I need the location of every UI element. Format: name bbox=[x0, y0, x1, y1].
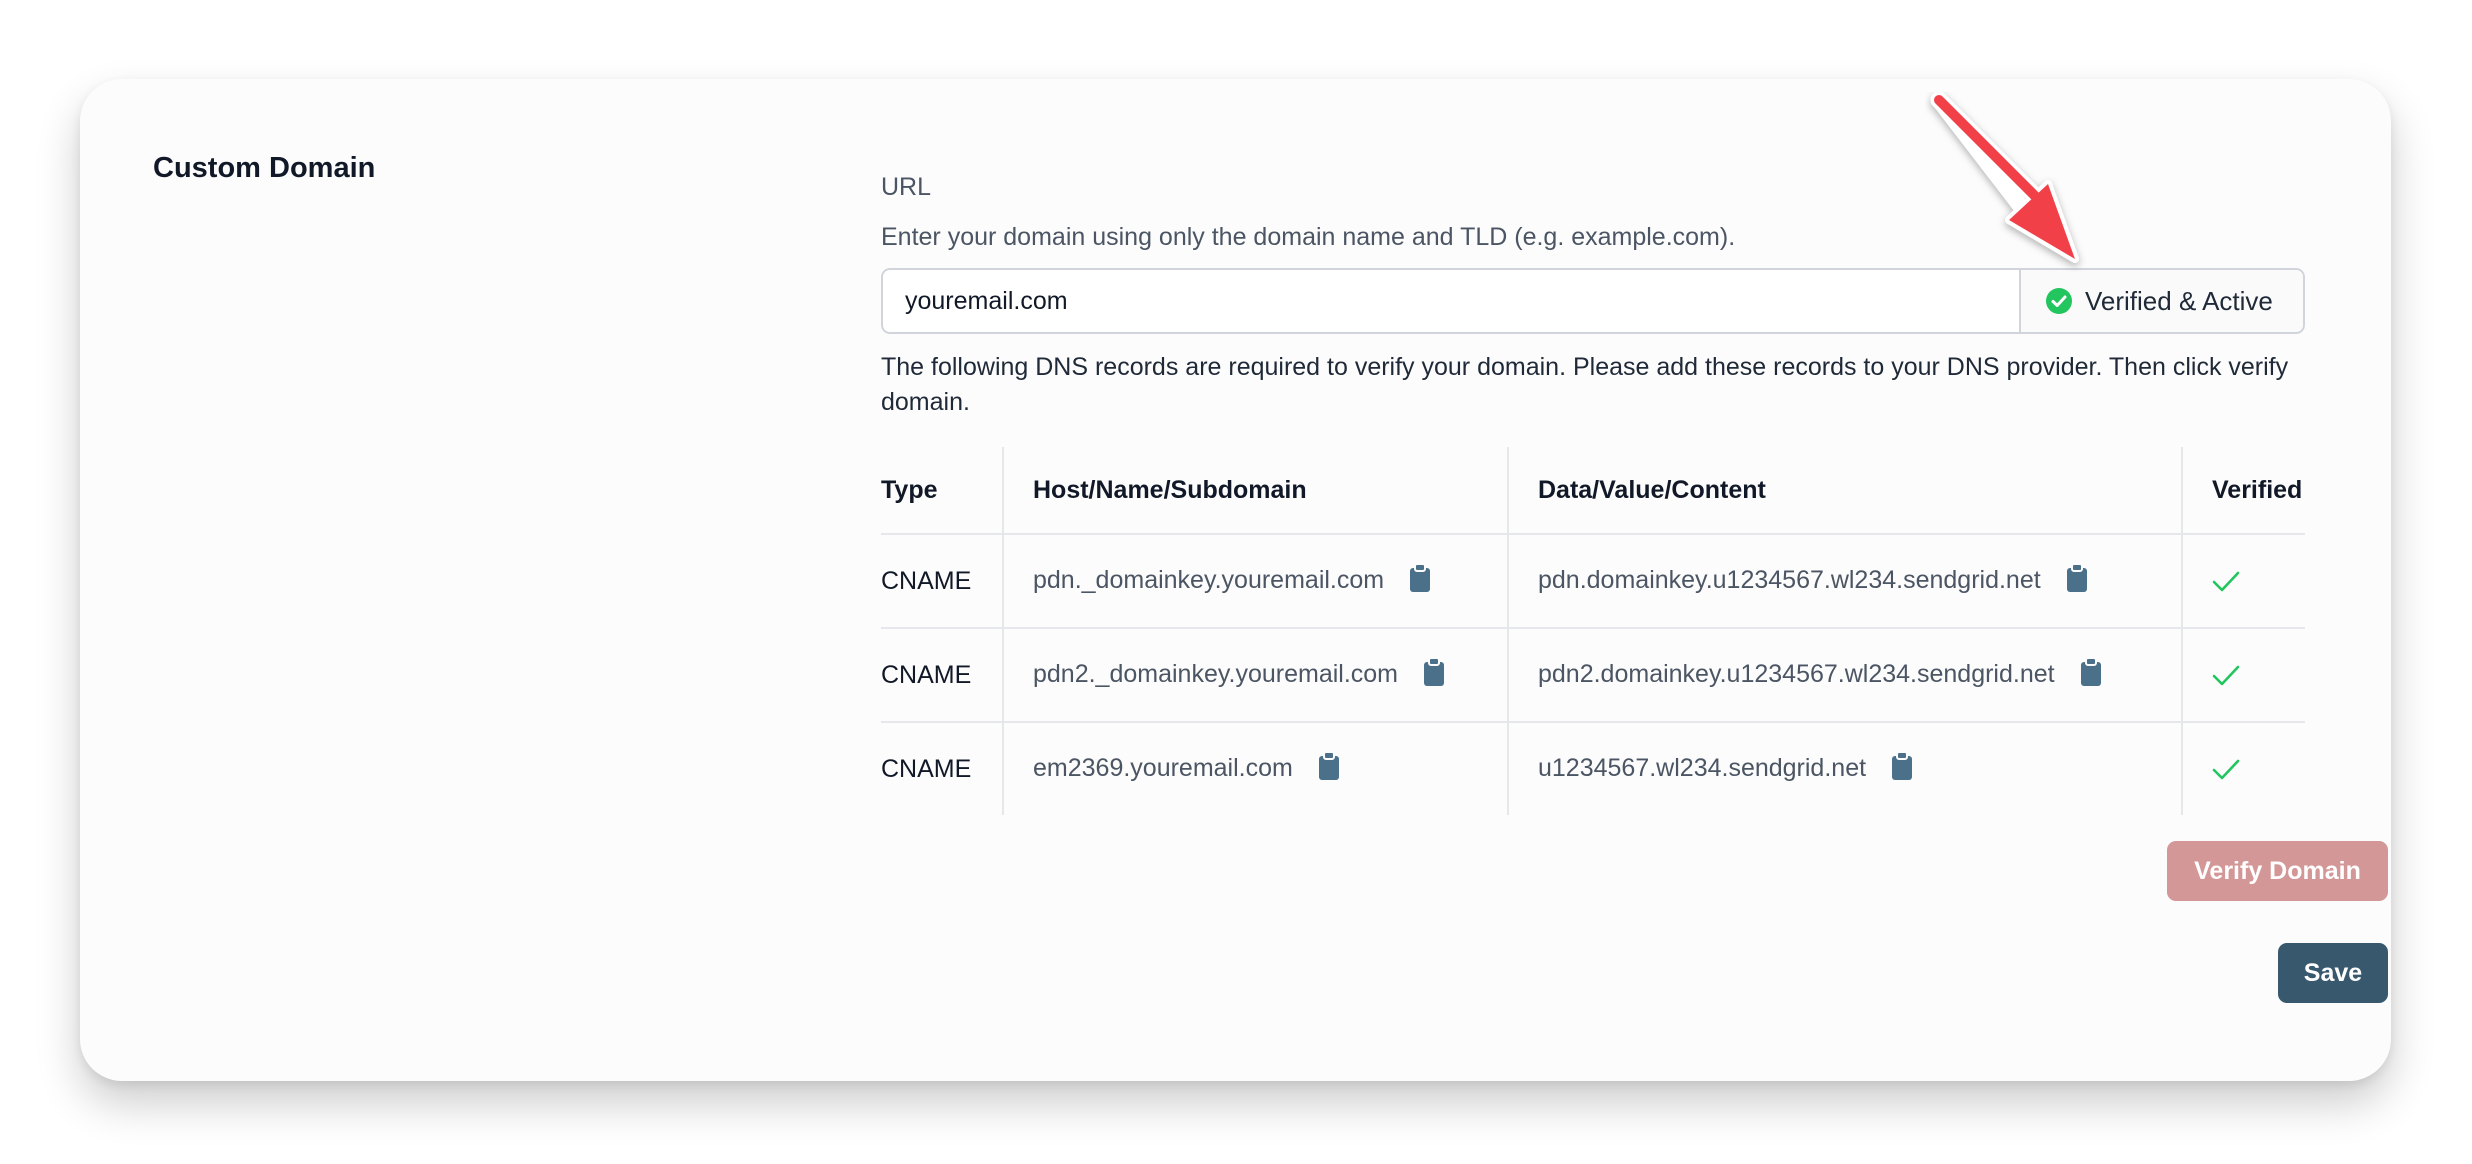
record-verified-cell bbox=[2181, 534, 2305, 629]
record-data-cell: u1234567.wl234.sendgrid.net bbox=[1507, 722, 2182, 815]
check-circle-icon bbox=[2046, 288, 2072, 314]
record-data-cell: pdn.domainkey.u1234567.wl234.sendgrid.ne… bbox=[1507, 534, 2182, 629]
check-icon bbox=[2212, 665, 2240, 686]
record-host-cell: pdn2._domainkey.youremail.com bbox=[1002, 628, 1508, 723]
clipboard-icon[interactable] bbox=[2066, 562, 2088, 600]
record-host-cell: em2369.youremail.com bbox=[1002, 722, 1508, 815]
record-data: pdn.domainkey.u1234567.wl234.sendgrid.ne… bbox=[1538, 565, 2041, 594]
record-type: CNAME bbox=[881, 754, 972, 783]
record-verified-cell bbox=[2181, 722, 2305, 815]
domain-input[interactable] bbox=[883, 270, 2019, 332]
record-host: pdn._domainkey.youremail.com bbox=[1033, 565, 1385, 594]
save-button[interactable]: Save bbox=[2278, 943, 2388, 1003]
record-data-cell: pdn2.domainkey.u1234567.wl234.sendgrid.n… bbox=[1507, 628, 2182, 723]
clipboard-icon[interactable] bbox=[2080, 656, 2102, 694]
column-header-host: Host/Name/Subdomain bbox=[1002, 447, 1508, 535]
check-icon bbox=[2212, 759, 2240, 780]
url-label: URL bbox=[881, 173, 932, 201]
annotation-arrow-icon bbox=[1930, 92, 2079, 263]
table-row: CNAME pdn._domainkey.youremail.com pdn.d… bbox=[881, 534, 2305, 629]
table-row: CNAME em2369.youremail.com u1234567.wl23… bbox=[881, 722, 2305, 815]
column-header-data: Data/Value/Content bbox=[1507, 447, 2182, 535]
record-type: CNAME bbox=[881, 534, 1003, 629]
check-icon bbox=[2212, 571, 2240, 592]
record-data: u1234567.wl234.sendgrid.net bbox=[1538, 753, 1867, 782]
clipboard-icon[interactable] bbox=[1891, 750, 1913, 788]
clipboard-icon[interactable] bbox=[1409, 562, 1431, 600]
record-type: CNAME bbox=[881, 628, 1003, 723]
verify-domain-button[interactable]: Verify Domain bbox=[2167, 841, 2388, 901]
url-input-group: Verified & Active bbox=[881, 268, 2305, 334]
section-title: Custom Domain bbox=[153, 152, 376, 184]
url-help-text: Enter your domain using only the domain … bbox=[881, 223, 1736, 251]
record-verified-cell bbox=[2181, 628, 2305, 723]
table-row: CNAME pdn2._domainkey.youremail.com pdn2… bbox=[881, 628, 2305, 723]
domain-status-text: Verified & Active bbox=[2085, 285, 2273, 316]
dns-records-table: Type Host/Name/Subdomain Data/Value/Cont… bbox=[881, 447, 2305, 815]
clipboard-icon[interactable] bbox=[1318, 750, 1340, 788]
record-host: pdn2._domainkey.youremail.com bbox=[1033, 659, 1399, 688]
record-data: pdn2.domainkey.u1234567.wl234.sendgrid.n… bbox=[1538, 659, 2055, 688]
clipboard-icon[interactable] bbox=[1423, 656, 1445, 694]
domain-status-badge: Verified & Active bbox=[2019, 270, 2303, 332]
table-header-row: Type Host/Name/Subdomain Data/Value/Cont… bbox=[881, 447, 2305, 535]
column-header-verified: Verified bbox=[2181, 447, 2305, 535]
dns-instructions: The following DNS records are required t… bbox=[881, 353, 2289, 416]
record-host: em2369.youremail.com bbox=[1033, 753, 1293, 782]
column-header-type: Type bbox=[881, 447, 1003, 535]
record-host-cell: pdn._domainkey.youremail.com bbox=[1002, 534, 1508, 629]
